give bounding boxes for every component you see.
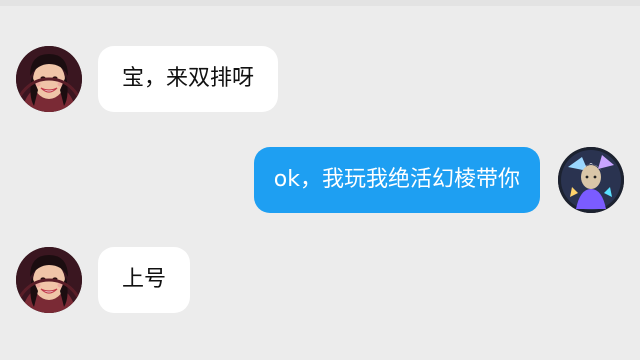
my-avatar-icon[interactable]: [558, 147, 624, 213]
friend-avatar-icon[interactable]: [16, 247, 82, 313]
message-row-outgoing: ok，我玩我绝活幻棱带你: [253, 147, 624, 213]
incoming-message-bubble[interactable]: 宝，来双排呀: [98, 46, 279, 112]
top-divider: [0, 0, 640, 6]
outgoing-message-bubble[interactable]: ok，我玩我绝活幻棱带你: [253, 147, 540, 213]
message-row-incoming: 宝，来双排呀: [16, 46, 279, 112]
chat-window: 宝，来双排呀 ok，我玩我绝活幻棱带你 上号: [0, 0, 640, 360]
friend-avatar-icon[interactable]: [16, 46, 82, 112]
message-row-incoming: 上号: [16, 247, 191, 313]
incoming-message-bubble[interactable]: 上号: [98, 247, 191, 313]
